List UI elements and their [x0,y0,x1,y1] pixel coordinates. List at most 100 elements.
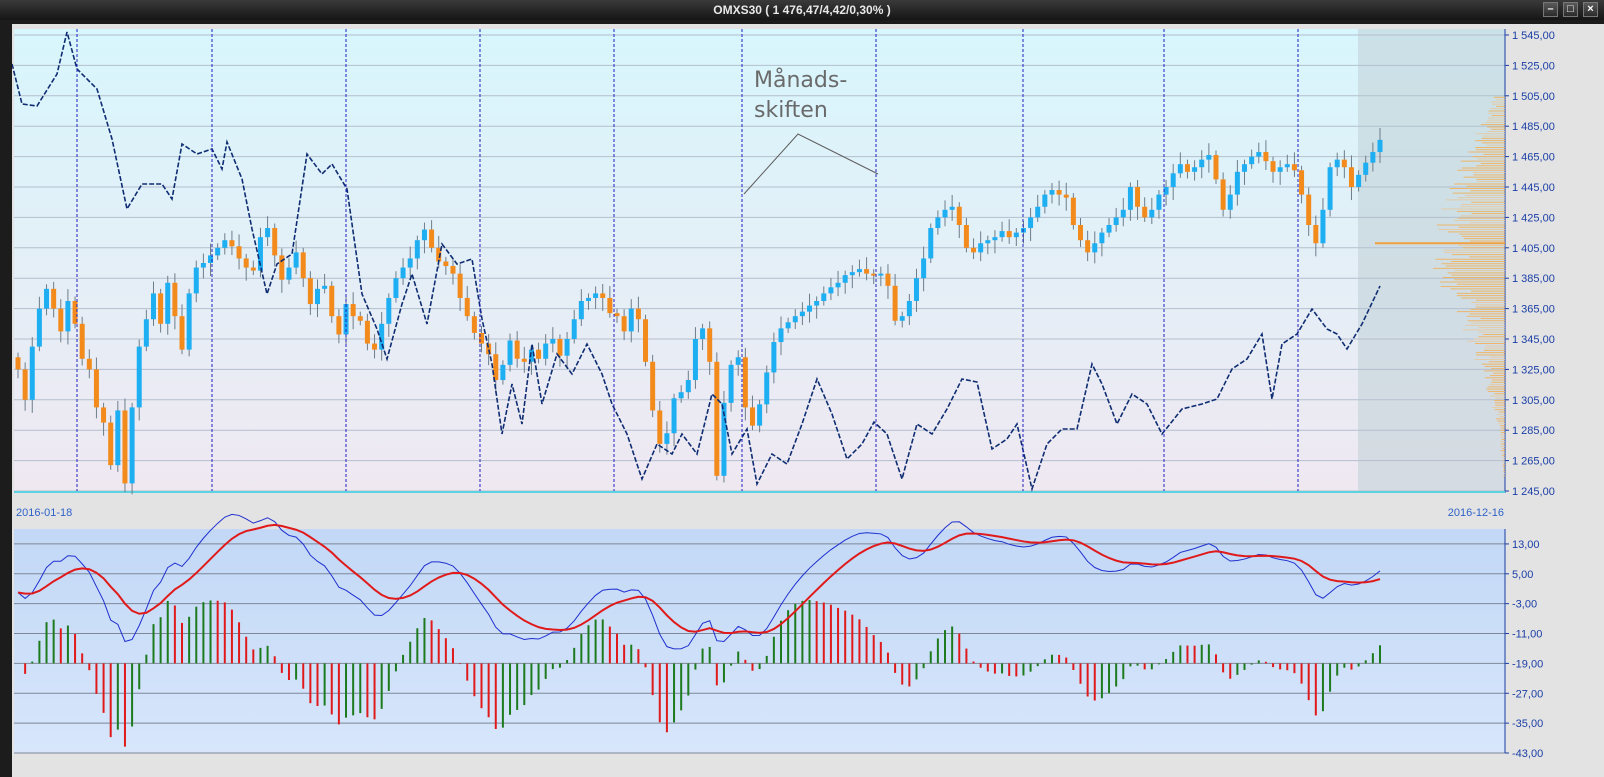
candle-down [1341,159,1347,168]
candle-up [1356,174,1362,187]
candle-up [200,263,206,268]
macd-axis-label: -3,00 [1512,599,1537,611]
candle-up [1092,243,1098,253]
candle-down [122,410,128,484]
macd-axis-label: 13,00 [1512,539,1540,551]
price-axis-label: 1 545,00 [1512,30,1555,42]
candle-up [1199,159,1205,168]
candle-up [928,228,934,259]
candle-up [792,316,798,323]
candle-down [172,282,178,317]
candle-up [735,357,741,365]
candle-up [1256,152,1262,157]
candle-up [150,293,156,320]
candle-up [1277,167,1283,172]
chart-canvas[interactable]: 1 245,00 1 265,00 1 285,00 1 305,00 1 325,00… [12,24,1604,777]
candle-down [1135,187,1141,207]
candle-down [707,328,713,362]
candle-down [364,320,370,344]
candle-up [921,258,927,279]
candle-down [1006,231,1012,238]
candle-up [65,301,71,332]
candle-up [265,228,271,238]
candle-up [550,339,556,344]
close-button[interactable]: × [1583,2,1598,17]
candle-up [1363,162,1369,175]
candle-up [1170,173,1176,187]
candle-up [222,240,228,248]
candle-up [1106,225,1112,233]
candle-down [643,319,649,362]
price-axis-label: 1 265,00 [1512,456,1555,468]
candle-up [1120,209,1126,218]
candle-down [300,252,306,279]
maximize-icon: □ [1567,3,1574,15]
candle-down [1263,152,1269,162]
candle-down [1270,161,1276,172]
candle-down [493,354,499,381]
candle-down [350,304,356,317]
price-axis-label: 1 425,00 [1512,212,1555,224]
candle-down [250,267,256,271]
candle-up [215,247,221,256]
macd-axis-label: -35,00 [1512,718,1543,730]
maximize-button[interactable]: □ [1563,2,1578,17]
candle-down [892,285,898,321]
candle-down [86,358,92,370]
candle-up [500,364,506,381]
price-axis-label: 1 405,00 [1512,243,1555,255]
candle-down [158,293,164,324]
price-axis-label: 1 525,00 [1512,60,1555,72]
minimize-button[interactable]: – [1543,2,1558,17]
candle-up [978,243,984,253]
candle-up [386,297,392,324]
candle-up [828,287,834,294]
macd-panel-background [14,529,1505,753]
candle-down [635,308,641,320]
candle-down [536,349,542,359]
price-panel-future-area [1358,29,1505,491]
candle-up [785,322,791,329]
annotation-text-line1: Månads- [754,67,847,93]
price-axis-label: 1 245,00 [1512,486,1555,498]
candle-up [1370,152,1376,163]
candle-down [607,297,613,314]
macd-axis-label: 5,00 [1512,569,1533,581]
window-titlebar: OMXS30 ( 1 476,47/4,42/0,30% ) – □ × [0,0,1604,20]
price-axis-label: 1 285,00 [1512,425,1555,437]
candle-up [1099,232,1105,244]
candle-up [29,346,35,400]
candle-up [564,339,570,356]
macd-axis-label: -11,00 [1512,629,1542,641]
candle-down [600,293,606,298]
candle-down [93,369,99,408]
candle-down [514,340,520,359]
candle-up [507,340,513,365]
candle-up [1042,194,1048,207]
candle-down [871,273,877,276]
candle-up [36,308,42,347]
candle-down [1142,206,1148,218]
price-axis-label: 1 445,00 [1512,182,1555,194]
candle-up [807,305,813,312]
candle-up [913,278,919,301]
candle-down [714,361,720,476]
candle-up [1206,155,1212,160]
candle-down [307,278,313,305]
candle-up [878,273,884,276]
price-axis-label: 1 305,00 [1512,395,1555,407]
candle-up [1028,217,1034,229]
candle-down [1063,194,1069,198]
candle-down [372,343,378,350]
candle-up [906,301,912,317]
candle-up [1113,217,1119,225]
candle-down [443,261,449,267]
candle-up [849,272,855,276]
candle-down [22,369,28,400]
chart-area[interactable]: 1 245,00 1 265,00 1 285,00 1 305,00 1 325,00… [12,24,1604,777]
candle-up [678,392,684,399]
candle-down [357,316,363,321]
candle-down [236,246,242,259]
candle-down [179,316,185,350]
candle-down [1056,190,1062,195]
